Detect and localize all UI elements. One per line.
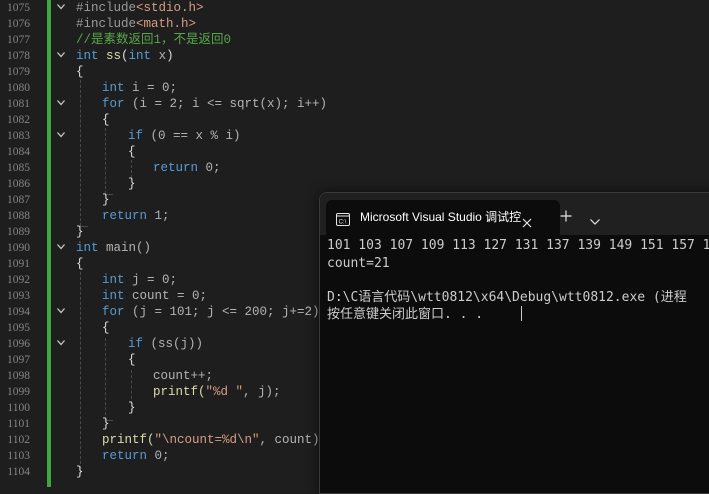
code-line[interactable]: 1076 #include<math.h> (0, 16, 709, 32)
code-text: int count = 0; (102, 289, 208, 303)
line-number: 1092 (7, 274, 30, 286)
line-number: 1075 (7, 2, 30, 14)
code-line[interactable]: 1081 for (i = 2; i <= sqrt(x); i++) (0, 96, 709, 112)
code-text: count++; (153, 369, 214, 383)
code-text: return 1; (102, 209, 170, 223)
line-number: 1078 (7, 50, 30, 62)
code-line[interactable]: 1078 int ss(int x) (0, 48, 709, 64)
code-line[interactable]: 1085 return 0; (0, 160, 709, 176)
console-output-line: D:\C语言代码\wtt0812\x64\Debug\wtt0812.exe (… (327, 290, 687, 305)
line-number: 1086 (7, 178, 30, 190)
code-text: { (128, 353, 136, 367)
line-number: 1085 (7, 162, 30, 174)
line-number: 1096 (7, 338, 30, 350)
code-line[interactable]: 1079 { (0, 64, 709, 80)
code-line[interactable]: 1086 } (0, 176, 709, 192)
fold-chevron-icon[interactable] (54, 48, 68, 64)
line-number: 1082 (7, 114, 30, 126)
code-text: { (102, 321, 110, 335)
code-text: } (102, 417, 110, 431)
code-text: { (102, 113, 110, 127)
line-number: 1103 (7, 450, 30, 462)
code-line[interactable]: 1082 { (0, 112, 709, 128)
line-number: 1102 (7, 434, 30, 446)
text-cursor (521, 306, 522, 321)
fold-chevron-icon[interactable] (54, 0, 68, 16)
code-text: int i = 0; (102, 81, 178, 95)
code-line[interactable]: 1080 int i = 0; (0, 80, 709, 96)
code-text: } (128, 401, 136, 415)
code-line[interactable]: 1083 if (0 == x % i) (0, 128, 709, 144)
line-number: 1097 (7, 354, 30, 366)
line-number: 1076 (7, 18, 30, 30)
line-number: 1077 (7, 34, 30, 46)
line-number: 1093 (7, 290, 30, 302)
console-output-line: 101 103 107 109 113 127 131 137 139 149 … (327, 238, 709, 253)
line-number: 1084 (7, 146, 30, 158)
code-text: { (76, 65, 84, 79)
fold-chevron-icon[interactable] (54, 240, 68, 256)
code-line[interactable]: 1077 //是素数返回1，不是返回0 (0, 32, 709, 48)
code-text: int ss(int x) (76, 49, 174, 63)
fold-chevron-icon[interactable] (54, 304, 68, 320)
code-text: if (ss(j)) (128, 337, 204, 351)
console-app-icon: C:\ (336, 211, 350, 226)
line-number: 1095 (7, 322, 30, 334)
fold-chevron-icon[interactable] (54, 96, 68, 112)
close-icon[interactable] (522, 213, 532, 228)
code-text: { (76, 257, 84, 271)
code-text: return 0; (102, 449, 170, 463)
code-text: for (i = 2; i <= sqrt(x); i++) (102, 97, 328, 111)
svg-text:C:\: C:\ (339, 220, 347, 226)
console-output-line: 按任意键关闭此窗口. . . (327, 307, 484, 322)
code-text: printf("%d ", j); (153, 385, 281, 399)
code-text: #include<stdio.h> (76, 1, 204, 15)
code-text: printf("\ncount=%d\n", count); (102, 433, 328, 447)
line-number: 1101 (7, 418, 30, 430)
code-line[interactable]: 1075 #include<stdio.h> (0, 0, 709, 16)
code-text: { (128, 145, 136, 159)
line-number: 1098 (7, 370, 30, 382)
line-number: 1079 (7, 66, 30, 78)
line-number: 1094 (7, 306, 30, 318)
code-text: int main() (76, 241, 152, 255)
code-text: } (76, 225, 84, 239)
chevron-down-icon[interactable] (590, 210, 600, 225)
fold-chevron-icon[interactable] (54, 336, 68, 352)
fold-chevron-icon[interactable] (54, 128, 68, 144)
line-number: 1080 (7, 82, 30, 94)
line-number: 1090 (7, 242, 30, 254)
plus-icon[interactable] (560, 207, 572, 222)
terminal-tab-bar: C:\ Microsoft Visual Studio 调试控 (320, 193, 709, 235)
tab-title: Microsoft Visual Studio 调试控 (360, 210, 522, 224)
code-text: #include<math.h> (76, 17, 197, 31)
line-number: 1089 (7, 226, 30, 238)
line-number: 1081 (7, 98, 30, 110)
line-number: 1083 (7, 130, 30, 142)
code-comment: //是素数返回1，不是返回0 (76, 33, 232, 47)
code-text: } (102, 193, 110, 207)
line-number: 1100 (7, 402, 30, 414)
line-number: 1104 (7, 466, 30, 478)
code-text: return 0; (153, 161, 221, 175)
code-line[interactable]: 1084 { (0, 144, 709, 160)
code-text: if (0 == x % i) (128, 129, 241, 143)
terminal-tab[interactable]: C:\ Microsoft Visual Studio 调试控 (326, 200, 560, 235)
console-output-line: count=21 (327, 256, 390, 271)
code-text: } (76, 465, 84, 479)
line-number: 1091 (7, 258, 30, 270)
debug-console-window[interactable]: C:\ Microsoft Visual Studio 调试控 101 103 … (319, 192, 709, 494)
code-text: for (j = 101; j <= 200; j+=2) (102, 305, 320, 319)
line-number: 1087 (7, 194, 30, 206)
code-text: } (128, 177, 136, 191)
line-number: 1088 (7, 210, 30, 222)
code-text: int j = 0; (102, 273, 178, 287)
line-number: 1099 (7, 386, 30, 398)
